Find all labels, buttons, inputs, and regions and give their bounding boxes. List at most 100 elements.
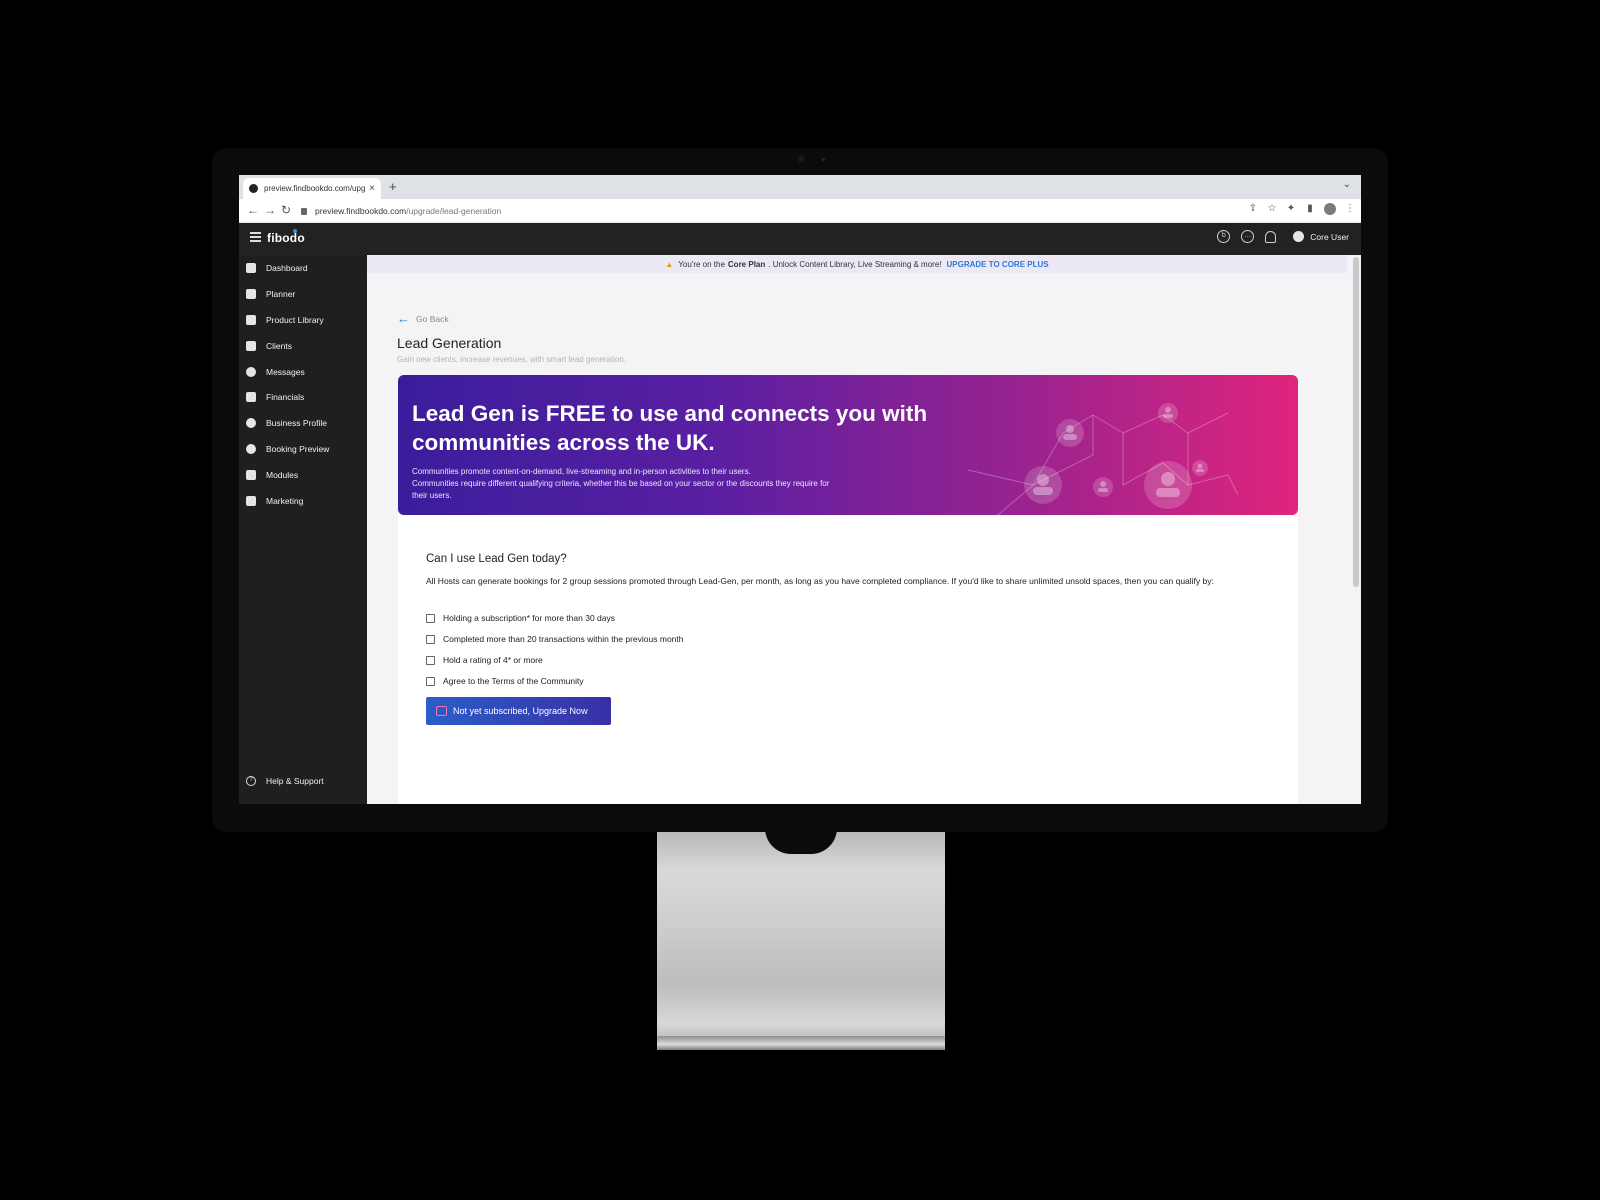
camera-icon — [798, 156, 804, 162]
id-card-icon — [246, 341, 256, 351]
extensions-icon[interactable]: ✦ — [1286, 203, 1296, 215]
sidebar-item-planner[interactable]: Planner — [239, 284, 367, 304]
sidebar-item-booking-preview[interactable]: Booking Preview — [239, 439, 367, 459]
sidebar: Dashboard Planner Product Library Client… — [239, 255, 367, 804]
warning-icon: ▲ — [665, 259, 674, 269]
main-content: ▲ You're on the Core Plan . Unlock Conte… — [367, 255, 1361, 804]
browser-tab[interactable]: preview.findbookdo.com/upgrade/lead-gene… — [243, 178, 381, 199]
home-icon — [246, 263, 256, 273]
sidebar-item-marketing[interactable]: Marketing — [239, 491, 367, 511]
criteria-terms[interactable]: Agree to the Terms of the Community — [426, 676, 584, 686]
criteria-transactions[interactable]: Completed more than 20 transactions with… — [426, 634, 684, 644]
criteria-label: Hold a rating of 4* or more — [443, 655, 543, 665]
hero-description: Communities promote content-on-demand, l… — [412, 466, 842, 502]
tab-title: preview.findbookdo.com/upgrade/lead-gene… — [264, 184, 366, 193]
checkbox[interactable] — [426, 634, 435, 644]
hero-description-line: Communities promote content-on-demand, l… — [412, 467, 751, 476]
browser-toolbar: ← → ↻ preview.findbookdo.com/upgrade/lea… — [239, 199, 1361, 223]
criteria-label: Holding a subscription* for more than 30… — [443, 613, 615, 623]
monitor-stand — [657, 828, 945, 1050]
gear-icon — [246, 418, 256, 428]
sidebar-item-modules[interactable]: Modules — [239, 465, 367, 485]
url-host: preview.findbookdo.com — [315, 206, 407, 216]
qualification-card: Can I use Lead Gen today? All Hosts can … — [398, 515, 1298, 804]
go-back-label: Go Back — [416, 313, 449, 324]
logo-accent — [293, 229, 297, 233]
more-menu-icon[interactable]: ⋮ — [1345, 203, 1355, 215]
monitor-stand-foot — [657, 1036, 945, 1050]
checkbox[interactable] — [426, 613, 435, 623]
sidebar-item-product-library[interactable]: Product Library — [239, 310, 367, 330]
forward-icon[interactable]: → — [264, 203, 276, 217]
favicon-icon — [249, 184, 258, 193]
upgrade-now-button[interactable]: Not yet subscribed, Upgrade Now — [426, 697, 611, 725]
go-back-link[interactable]: ← Go Back — [397, 311, 449, 326]
criteria-rating[interactable]: Hold a rating of 4* or more — [426, 655, 543, 665]
plan-banner: ▲ You're on the Core Plan . Unlock Conte… — [367, 255, 1347, 273]
sidebar-item-label: Product Library — [266, 315, 324, 325]
hero-title: Lead Gen is FREE to use and connects you… — [412, 401, 928, 455]
calendar-icon — [246, 289, 256, 299]
page-title: Lead Generation — [397, 335, 502, 351]
reload-icon[interactable]: ↻ — [281, 203, 291, 217]
sidebar-item-label: Business Profile — [266, 418, 327, 428]
user-name: Core User — [1310, 231, 1349, 242]
upgrade-link[interactable]: UPGRADE TO CORE PLUS — [947, 260, 1049, 269]
sidebar-item-help-support[interactable]: ? Help & Support — [239, 771, 367, 791]
hero-banner: Lead Gen is FREE to use and connects you… — [398, 375, 1298, 515]
sidebar-item-label: Planner — [266, 289, 296, 299]
screen: preview.findbookdo.com/upgrade/lead-gene… — [239, 175, 1361, 804]
checkbox[interactable] — [426, 676, 435, 686]
sidebar-item-messages[interactable]: Messages — [239, 362, 367, 382]
criteria-label: Completed more than 20 transactions with… — [443, 634, 684, 644]
sidebar-item-label: Messages — [266, 367, 305, 377]
sidebar-item-label: Marketing — [266, 496, 304, 506]
plan-name: Core Plan — [727, 259, 766, 269]
criteria-subscription[interactable]: Holding a subscription* for more than 30… — [426, 613, 615, 623]
user-menu[interactable]: Core User — [1293, 231, 1349, 242]
hero-description-line: Communities require different qualifying… — [412, 479, 830, 500]
booking-icon[interactable]: b — [1217, 230, 1231, 243]
back-icon[interactable]: ← — [247, 203, 259, 217]
lock-icon — [301, 207, 307, 215]
bar-chart-icon — [246, 392, 256, 402]
profile-icon[interactable] — [1324, 203, 1336, 215]
card-paragraph: All Hosts can generate bookings for 2 gr… — [426, 576, 1214, 586]
user-icon — [1293, 231, 1305, 242]
scrollbar[interactable] — [1353, 257, 1359, 587]
grid-icon — [246, 315, 256, 325]
plan-banner-prefix: You're on the — [678, 259, 725, 269]
sidebar-item-label: Financials — [266, 392, 305, 402]
sidebar-item-financials[interactable]: Financials — [239, 387, 367, 407]
new-tab-icon[interactable]: + — [389, 179, 397, 194]
checkbox[interactable] — [426, 655, 435, 665]
sidebar-item-business-profile[interactable]: Business Profile — [239, 413, 367, 433]
upgrade-now-label: Not yet subscribed, Upgrade Now — [453, 706, 588, 716]
address-bar[interactable]: preview.findbookdo.com/upgrade/lead-gene… — [301, 202, 1161, 220]
sidebar-item-label: Booking Preview — [266, 444, 330, 454]
app-topbar: fibodo b … Core User — [239, 223, 1361, 255]
plan-banner-suffix: . Unlock Content Library, Live Streaming… — [768, 259, 942, 269]
bell-icon[interactable] — [1265, 230, 1277, 243]
megaphone-icon — [246, 496, 256, 506]
criteria-label: Agree to the Terms of the Community — [443, 676, 584, 686]
eye-icon — [246, 444, 256, 454]
arrow-left-icon: ← — [397, 311, 410, 326]
side-panel-icon[interactable]: ▮ — [1305, 203, 1315, 215]
box-icon — [246, 470, 256, 480]
share-icon[interactable]: ⇪ — [1248, 203, 1258, 215]
close-tab-icon[interactable]: × — [369, 183, 375, 194]
crown-icon — [436, 706, 447, 716]
menu-icon[interactable] — [250, 232, 261, 242]
sidebar-item-label: Modules — [266, 470, 299, 480]
sidebar-item-clients[interactable]: Clients — [239, 336, 367, 356]
sidebar-item-label: Help & Support — [266, 776, 324, 786]
camera-sensor — [822, 158, 825, 161]
chat-icon[interactable]: … — [1241, 230, 1255, 243]
sidebar-item-label: Clients — [266, 341, 292, 351]
sidebar-item-dashboard[interactable]: Dashboard — [239, 258, 367, 278]
browser-actions: ⇪ ☆ ✦ ▮ ⋮ — [1248, 203, 1355, 215]
app-logo[interactable]: fibodo — [267, 231, 305, 245]
tab-search-chevron-icon[interactable]: ⌄ — [1343, 179, 1351, 190]
star-icon[interactable]: ☆ — [1267, 203, 1277, 215]
